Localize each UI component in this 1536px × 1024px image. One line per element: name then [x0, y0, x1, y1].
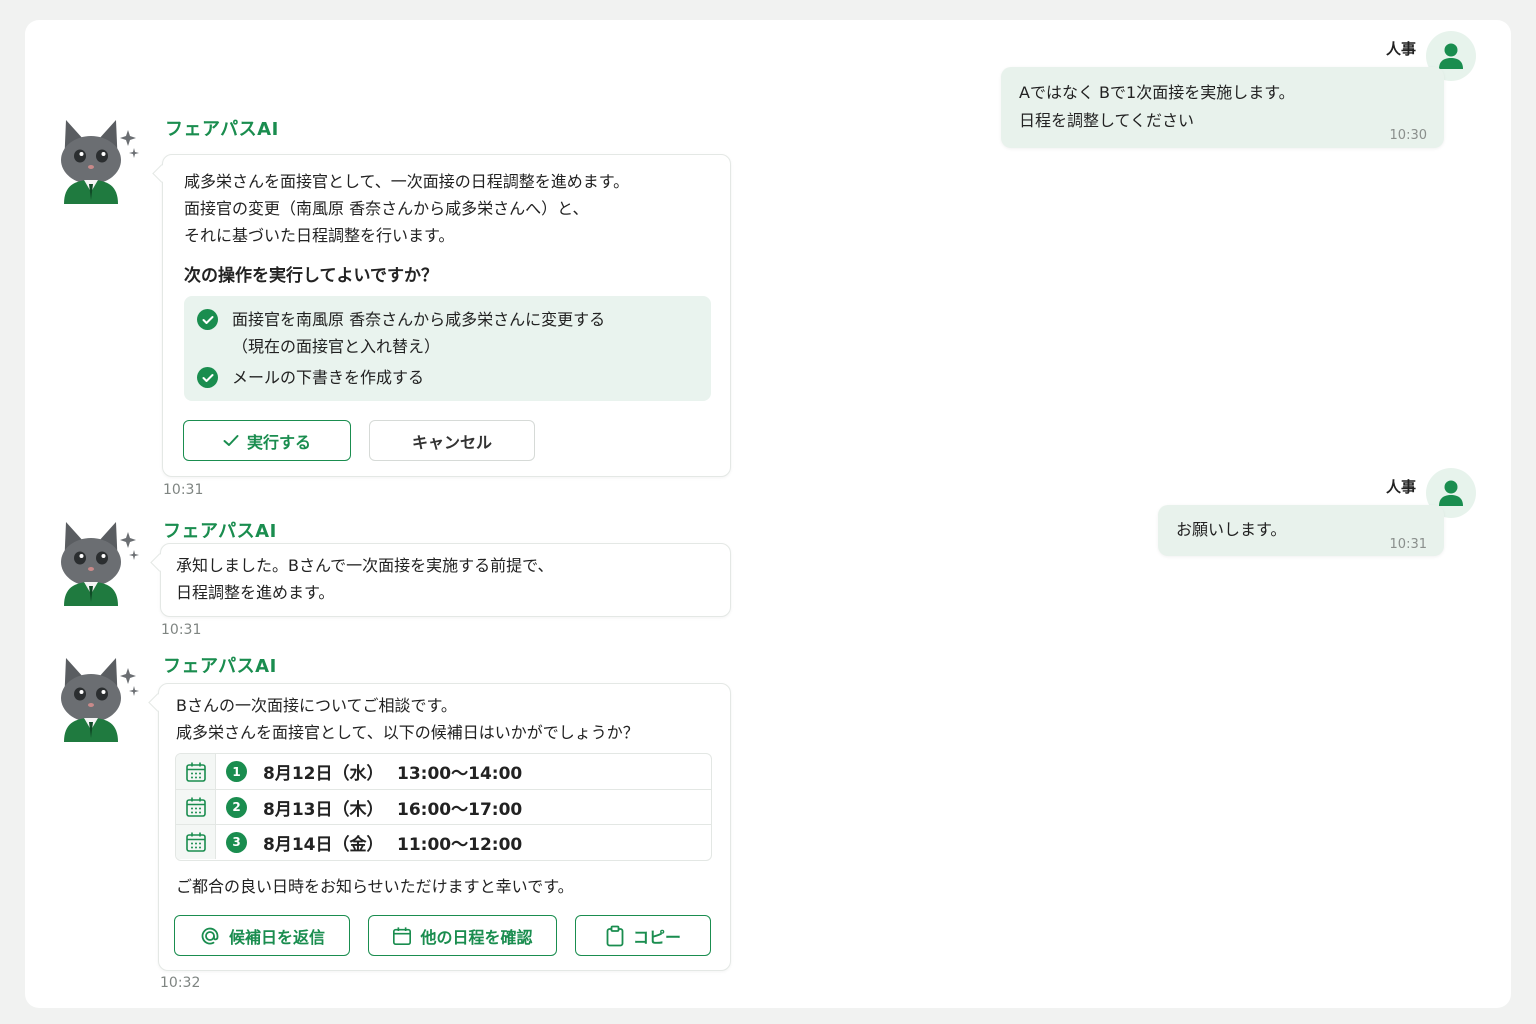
candidate-row[interactable]: 3 8月14日（金） 11:00〜12:00 — [176, 824, 711, 859]
candidate-number: 2 — [226, 796, 247, 818]
cat-mascot-icon — [61, 522, 139, 606]
user-message-bubble: Aではなく Bで1次面接を実施します。 日程を調整してください 10:30 — [1001, 67, 1444, 148]
check-circle-icon — [197, 309, 218, 330]
cancel-label: キャンセル — [411, 432, 492, 452]
candidate-date: 8月14日（金） — [263, 834, 384, 855]
copy-button[interactable]: コピー — [575, 915, 711, 956]
user-icon — [1439, 43, 1463, 69]
reply-candidates-button[interactable]: 候補日を返信 — [174, 915, 350, 956]
ai-name: フェアパスAI — [165, 119, 279, 140]
candidate-row[interactable]: 2 8月13日（木） 16:00〜17:00 — [176, 789, 711, 824]
check-other-dates-button[interactable]: 他の日程を確認 — [368, 915, 557, 956]
reply-candidates-label: 候補日を返信 — [228, 927, 325, 947]
candidate-number: 1 — [226, 761, 247, 782]
clipboard-icon — [606, 925, 624, 946]
user-icon — [1439, 480, 1463, 506]
user-name: 人事 — [1385, 478, 1416, 496]
message-time: 10:31 — [1389, 537, 1427, 552]
ai-message-bubble: 咸多栄さんを面接官として、一次面接の日程調整を進めます。 面接官の変更（南風原 … — [162, 154, 731, 477]
operation-item: メールの下書きを作成する — [197, 364, 424, 391]
candidate-row[interactable]: 1 8月12日（水） 13:00〜14:00 — [176, 754, 711, 789]
user-message-bubble: お願いします。 10:31 — [1158, 505, 1444, 556]
candidate-time: 16:00〜17:00 — [397, 799, 523, 820]
calendar-icon — [176, 825, 216, 859]
operation-text: メールの下書きを作成する — [232, 368, 425, 387]
cat-mascot-icon — [61, 658, 139, 742]
candidate-time: 13:00〜14:00 — [397, 764, 523, 784]
calendar-icon — [176, 754, 216, 789]
copy-label: コピー — [632, 927, 681, 947]
ai-message-text: Bさんの一次面接についてご相談です。 咸多栄さんを面接官として、以下の候補日はい… — [176, 696, 639, 742]
confirm-question: 次の操作を実行してよいですか？ — [184, 266, 438, 286]
user-message-text: Aではなく Bで1次面接を実施します。 日程を調整してください — [1019, 83, 1295, 130]
message-time: 10:32 — [160, 975, 201, 991]
ai-message-text: 承知しました。Bさんで一次面接を実施する前提で、 日程調整を進めます。 — [176, 556, 554, 602]
operation-list: 面接官を南風原 香奈さんから咸多栄さんに変更する （現在の面接官と入れ替え） メ… — [184, 296, 711, 401]
user-name: 人事 — [1385, 40, 1416, 58]
ai-name: フェアパスAI — [163, 521, 277, 542]
at-icon — [201, 927, 219, 944]
check-circle-icon — [197, 367, 218, 388]
calendar-icon — [393, 926, 412, 945]
message-time: 10:31 — [163, 482, 204, 498]
execute-button[interactable]: 実行する — [183, 420, 351, 461]
cat-mascot-icon — [61, 120, 139, 204]
candidate-time: 11:00〜12:00 — [397, 834, 523, 855]
candidate-number: 3 — [226, 831, 247, 853]
check-other-dates-label: 他の日程を確認 — [420, 927, 533, 947]
operation-item: 面接官を南風原 香奈さんから咸多栄さんに変更する （現在の面接官と入れ替え） — [197, 306, 605, 360]
ai-name: フェアパスAI — [163, 656, 277, 677]
check-icon — [223, 435, 239, 446]
message-time: 10:31 — [161, 622, 202, 638]
operation-text: 面接官を南風原 香奈さんから咸多栄さんに変更する （現在の面接官と入れ替え） — [232, 310, 606, 356]
ai-closing-text: ご都合の良い日時をお知らせいただけますと幸いです。 — [176, 877, 574, 896]
candidate-date: 8月12日（水） — [263, 764, 384, 784]
user-message-text: お願いします。 — [1176, 520, 1287, 539]
execute-label: 実行する — [246, 432, 311, 452]
ai-message-text: 咸多栄さんを面接官として、一次面接の日程調整を進めます。 面接官の変更（南風原 … — [184, 172, 630, 245]
message-time: 10:30 — [1389, 128, 1427, 143]
cancel-button[interactable]: キャンセル — [369, 420, 535, 461]
ai-message-bubble: Bさんの一次面接についてご相談です。 咸多栄さんを面接官として、以下の候補日はい… — [158, 683, 731, 971]
candidate-date: 8月13日（木） — [263, 799, 384, 820]
calendar-icon — [176, 790, 216, 824]
ai-message-bubble: 承知しました。Bさんで一次面接を実施する前提で、 日程調整を進めます。 — [160, 543, 731, 617]
candidate-list: 1 8月12日（水） 13:00〜14:00 2 8月13日（木） 16:00〜… — [175, 753, 712, 861]
